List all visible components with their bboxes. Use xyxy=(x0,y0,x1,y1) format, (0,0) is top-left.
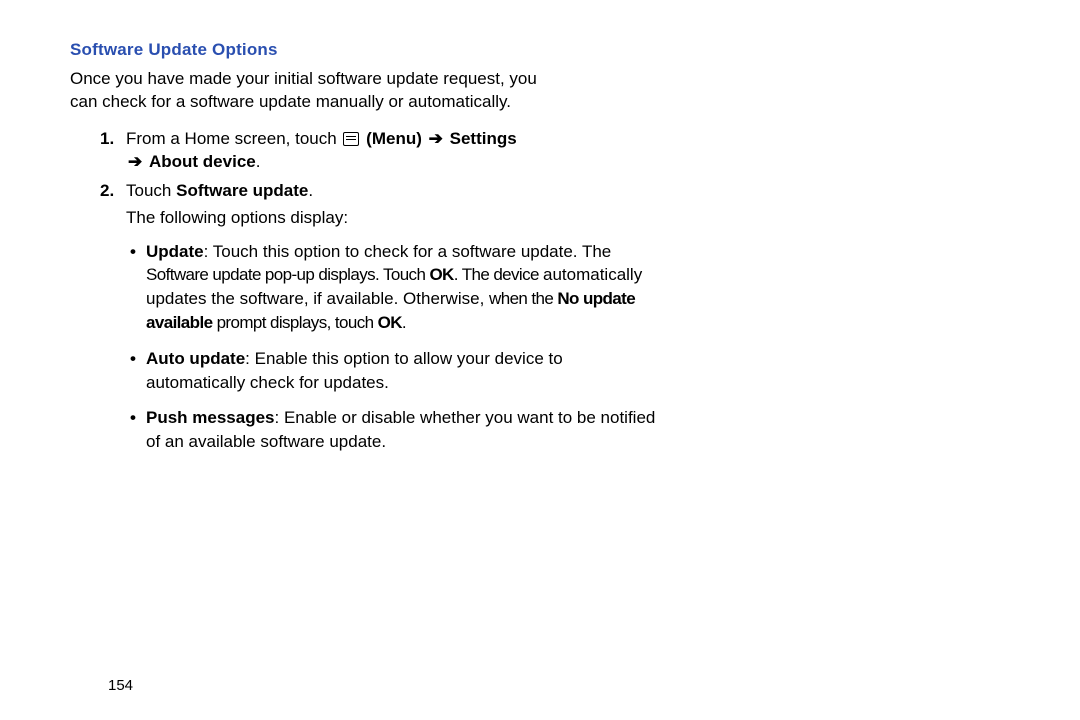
option-text: Software update pop-up displays. Touch xyxy=(146,265,425,284)
menu-icon xyxy=(343,132,359,146)
step-1: 1. From a Home screen, touch (Menu) ➔ Se… xyxy=(100,128,620,174)
software-update-label: Software update xyxy=(176,181,308,200)
option-title: Push messages xyxy=(146,408,275,427)
step-number: 2. xyxy=(100,180,126,230)
option-text: : Touch this option to check for a softw… xyxy=(204,242,612,261)
arrow-icon: ➔ xyxy=(427,129,445,148)
option-update: Update: Touch this option to check for a… xyxy=(130,240,660,335)
step1-pre: From a Home screen, touch xyxy=(126,129,337,148)
step2-follow: The following options display: xyxy=(126,207,620,230)
steps-list: 1. From a Home screen, touch (Menu) ➔ Se… xyxy=(100,128,620,230)
step-number: 1. xyxy=(100,128,126,174)
section-heading: Software Update Options xyxy=(70,40,1020,60)
option-text: when the xyxy=(489,289,553,308)
option-push-messages: Push messages: Enable or disable whether… xyxy=(130,406,660,454)
option-auto-update: Auto update: Enable this option to allow… xyxy=(130,347,660,395)
manual-page: Software Update Options Once you have ma… xyxy=(0,0,1080,720)
arrow-icon: ➔ xyxy=(126,152,144,171)
option-title: Update xyxy=(146,242,204,261)
option-text: prompt displays, touch xyxy=(217,313,374,332)
period: . xyxy=(256,152,261,171)
ok-label: OK xyxy=(429,265,453,284)
option-text: The device xyxy=(462,265,539,284)
step-body: Touch Software update. The following opt… xyxy=(126,180,620,230)
about-device-label: About device xyxy=(149,152,256,171)
intro-paragraph: Once you have made your initial software… xyxy=(70,68,540,114)
option-title: Auto update xyxy=(146,349,245,368)
step-body: From a Home screen, touch (Menu) ➔ Setti… xyxy=(126,128,620,174)
menu-label: (Menu) xyxy=(366,129,422,148)
ok-label: OK xyxy=(378,313,402,332)
options-list: Update: Touch this option to check for a… xyxy=(130,240,660,454)
settings-label: Settings xyxy=(450,129,517,148)
step2-pre: Touch xyxy=(126,181,171,200)
step-2: 2. Touch Software update. The following … xyxy=(100,180,620,230)
period: . xyxy=(308,181,313,200)
page-number: 154 xyxy=(108,677,133,694)
